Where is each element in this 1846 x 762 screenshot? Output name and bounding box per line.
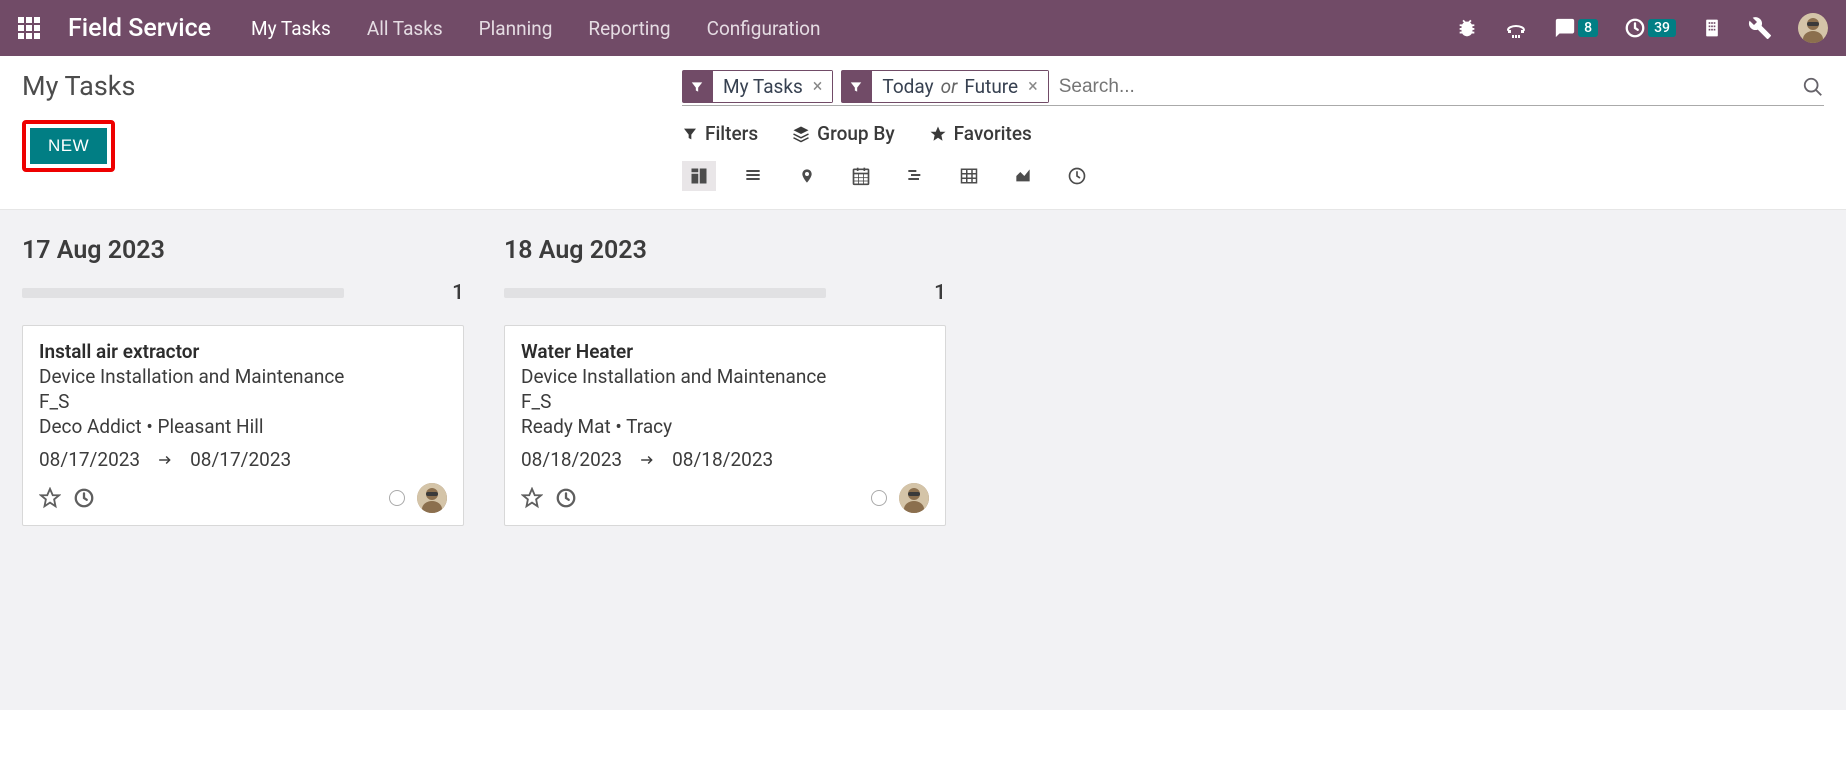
group-by-dropdown[interactable]: Group By: [792, 122, 894, 145]
search-icon[interactable]: [1802, 76, 1824, 98]
assignee-avatar[interactable]: [899, 483, 929, 513]
card-project: Device Installation and Maintenance: [39, 365, 447, 388]
card-date-from: 08/17/2023: [39, 448, 140, 471]
card-date-to: 08/18/2023: [672, 448, 773, 471]
star-icon[interactable]: [521, 487, 543, 509]
column-progress-bar[interactable]: [504, 288, 826, 298]
nav-planning[interactable]: Planning: [479, 17, 553, 40]
nav-links: My Tasks All Tasks Planning Reporting Co…: [251, 17, 1428, 40]
nav-right: 8 39: [1456, 13, 1828, 43]
arrow-right-icon: [636, 453, 658, 467]
star-icon[interactable]: [39, 487, 61, 509]
page-title: My Tasks: [22, 70, 642, 102]
favorites-label: Favorites: [954, 122, 1032, 145]
favorites-dropdown[interactable]: Favorites: [929, 122, 1032, 145]
bug-icon[interactable]: [1456, 17, 1478, 39]
filter-chip-or: or: [941, 75, 958, 98]
card-code: F_S: [39, 390, 447, 413]
nav-configuration[interactable]: Configuration: [707, 17, 821, 40]
messages-badge: 8: [1578, 19, 1598, 37]
view-calendar-icon[interactable]: [844, 161, 878, 191]
filter-chip-close[interactable]: ×: [813, 76, 823, 97]
view-kanban-icon[interactable]: [682, 161, 716, 191]
column-title: 18 Aug 2023: [504, 236, 946, 265]
phone-icon[interactable]: [1504, 16, 1528, 40]
column-count: 1: [452, 281, 464, 305]
card-date-to: 08/17/2023: [190, 448, 291, 471]
filter-chip-close[interactable]: ×: [1028, 76, 1038, 97]
clock-icon[interactable]: [555, 487, 577, 509]
filter-chip-label-b: Future: [964, 75, 1018, 98]
top-navbar: Field Service My Tasks All Tasks Plannin…: [0, 0, 1846, 56]
app-brand[interactable]: Field Service: [68, 14, 211, 43]
building-icon[interactable]: [1702, 17, 1722, 39]
card-location: Deco Addict • Pleasant Hill: [39, 415, 447, 438]
filter-chip-label: My Tasks: [723, 75, 803, 98]
status-dot[interactable]: [389, 490, 405, 506]
group-by-label: Group By: [817, 122, 894, 145]
view-gantt-icon[interactable]: [898, 161, 932, 191]
messages-icon[interactable]: 8: [1554, 17, 1598, 39]
view-pivot-icon[interactable]: [952, 161, 986, 191]
new-button-highlight: NEW: [22, 120, 115, 172]
filter-chip-my-tasks[interactable]: My Tasks ×: [682, 70, 833, 103]
activities-badge: 39: [1648, 19, 1676, 37]
filters-label: Filters: [705, 122, 758, 145]
card-project: Device Installation and Maintenance: [521, 365, 929, 388]
card-code: F_S: [521, 390, 929, 413]
tools-icon[interactable]: [1748, 16, 1772, 40]
card-date-from: 08/18/2023: [521, 448, 622, 471]
funnel-icon: [682, 70, 712, 103]
task-card[interactable]: Water Heater Device Installation and Mai…: [504, 325, 946, 526]
card-title: Water Heater: [521, 340, 929, 363]
nav-reporting[interactable]: Reporting: [588, 17, 670, 40]
filter-chip-label-a: Today: [882, 75, 933, 98]
filter-chip-today-future[interactable]: Today or Future ×: [841, 70, 1048, 103]
view-map-icon[interactable]: [790, 161, 824, 191]
assignee-avatar[interactable]: [417, 483, 447, 513]
status-dot[interactable]: [871, 490, 887, 506]
search-input[interactable]: [1057, 72, 1794, 102]
new-button[interactable]: NEW: [30, 128, 107, 164]
user-avatar[interactable]: [1798, 13, 1828, 43]
card-title: Install air extractor: [39, 340, 447, 363]
kanban-column: 17 Aug 2023 1 Install air extractor Devi…: [22, 236, 464, 526]
card-location: Ready Mat • Tracy: [521, 415, 929, 438]
view-switcher: [682, 161, 1824, 191]
activities-icon[interactable]: 39: [1624, 17, 1676, 39]
clock-icon[interactable]: [73, 487, 95, 509]
task-card[interactable]: Install air extractor Device Installatio…: [22, 325, 464, 526]
nav-all-tasks[interactable]: All Tasks: [367, 17, 443, 40]
search-bar: My Tasks × Today or Future ×: [682, 70, 1824, 106]
control-panel: My Tasks NEW My Tasks × Today: [0, 56, 1846, 210]
view-graph-icon[interactable]: [1006, 161, 1040, 191]
search-toolbar: Filters Group By Favorites: [682, 122, 1824, 145]
view-activity-icon[interactable]: [1060, 161, 1094, 191]
nav-my-tasks[interactable]: My Tasks: [251, 17, 331, 40]
column-title: 17 Aug 2023: [22, 236, 464, 265]
kanban-board: 17 Aug 2023 1 Install air extractor Devi…: [0, 210, 1846, 710]
column-count: 1: [934, 281, 946, 305]
funnel-icon: [841, 70, 871, 103]
filters-dropdown[interactable]: Filters: [682, 122, 758, 145]
kanban-column: 18 Aug 2023 1 Water Heater Device Instal…: [504, 236, 946, 526]
view-list-icon[interactable]: [736, 161, 770, 191]
column-progress-bar[interactable]: [22, 288, 344, 298]
apps-icon[interactable]: [18, 17, 40, 39]
arrow-right-icon: [154, 453, 176, 467]
